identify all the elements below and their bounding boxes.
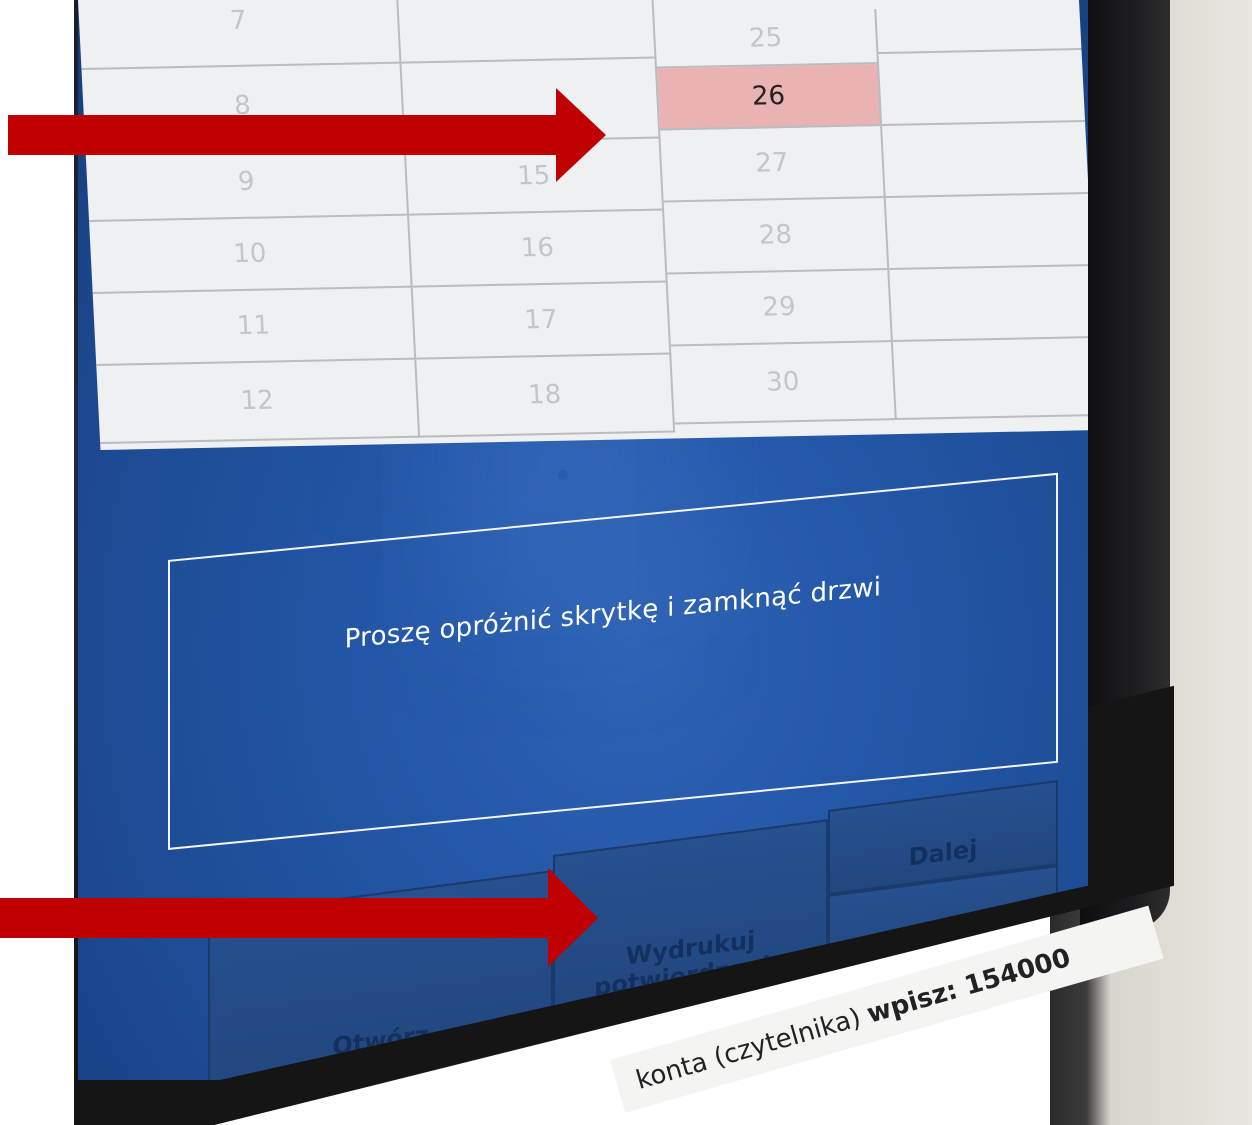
calendar-day-empty [397, 0, 657, 64]
calendar-day[interactable]: 18 [416, 354, 676, 438]
sticker-bold-text: wpisz: 154000 [863, 942, 1074, 1030]
calendar-day[interactable]: 11 [92, 287, 417, 366]
message-text: Proszę opróżnić skrytkę i zamknąć drzwi [344, 572, 882, 655]
arrow-shape [0, 868, 598, 967]
calendar-day-empty [889, 266, 1088, 343]
calendar-day[interactable]: 12 [96, 359, 421, 444]
kiosk-photo: 7 8 9 10 11 12 15 16 17 18 25 26 27 28 2… [0, 0, 1252, 1125]
calendar-day[interactable]: 27 [660, 126, 886, 203]
next-button-label: Dalej [908, 834, 978, 872]
calendar-day-empty [874, 0, 1082, 55]
calendar-day[interactable]: 28 [663, 198, 890, 275]
calendar-day-empty [878, 50, 1086, 127]
calendar-day[interactable]: 30 [670, 342, 897, 425]
calendar-day[interactable]: 17 [412, 282, 672, 360]
red-arrow-right-icon [8, 88, 606, 182]
calendar-day-empty [892, 338, 1088, 421]
calendar-day-empty [882, 122, 1088, 199]
calendar-day[interactable]: 10 [89, 215, 413, 294]
calendar-day-selected[interactable]: 26 [657, 64, 883, 131]
red-arrow-right-icon [0, 868, 598, 967]
sticker-text: konta (czytelnika) [632, 1002, 865, 1096]
calendar-day[interactable]: 7 [78, 0, 402, 71]
calendar-day[interactable]: 25 [654, 9, 879, 69]
calendar-day[interactable]: 29 [667, 270, 893, 347]
calendar-day[interactable]: 16 [409, 210, 668, 288]
arrow-shape [8, 88, 606, 182]
calendar-day-empty [885, 194, 1088, 271]
